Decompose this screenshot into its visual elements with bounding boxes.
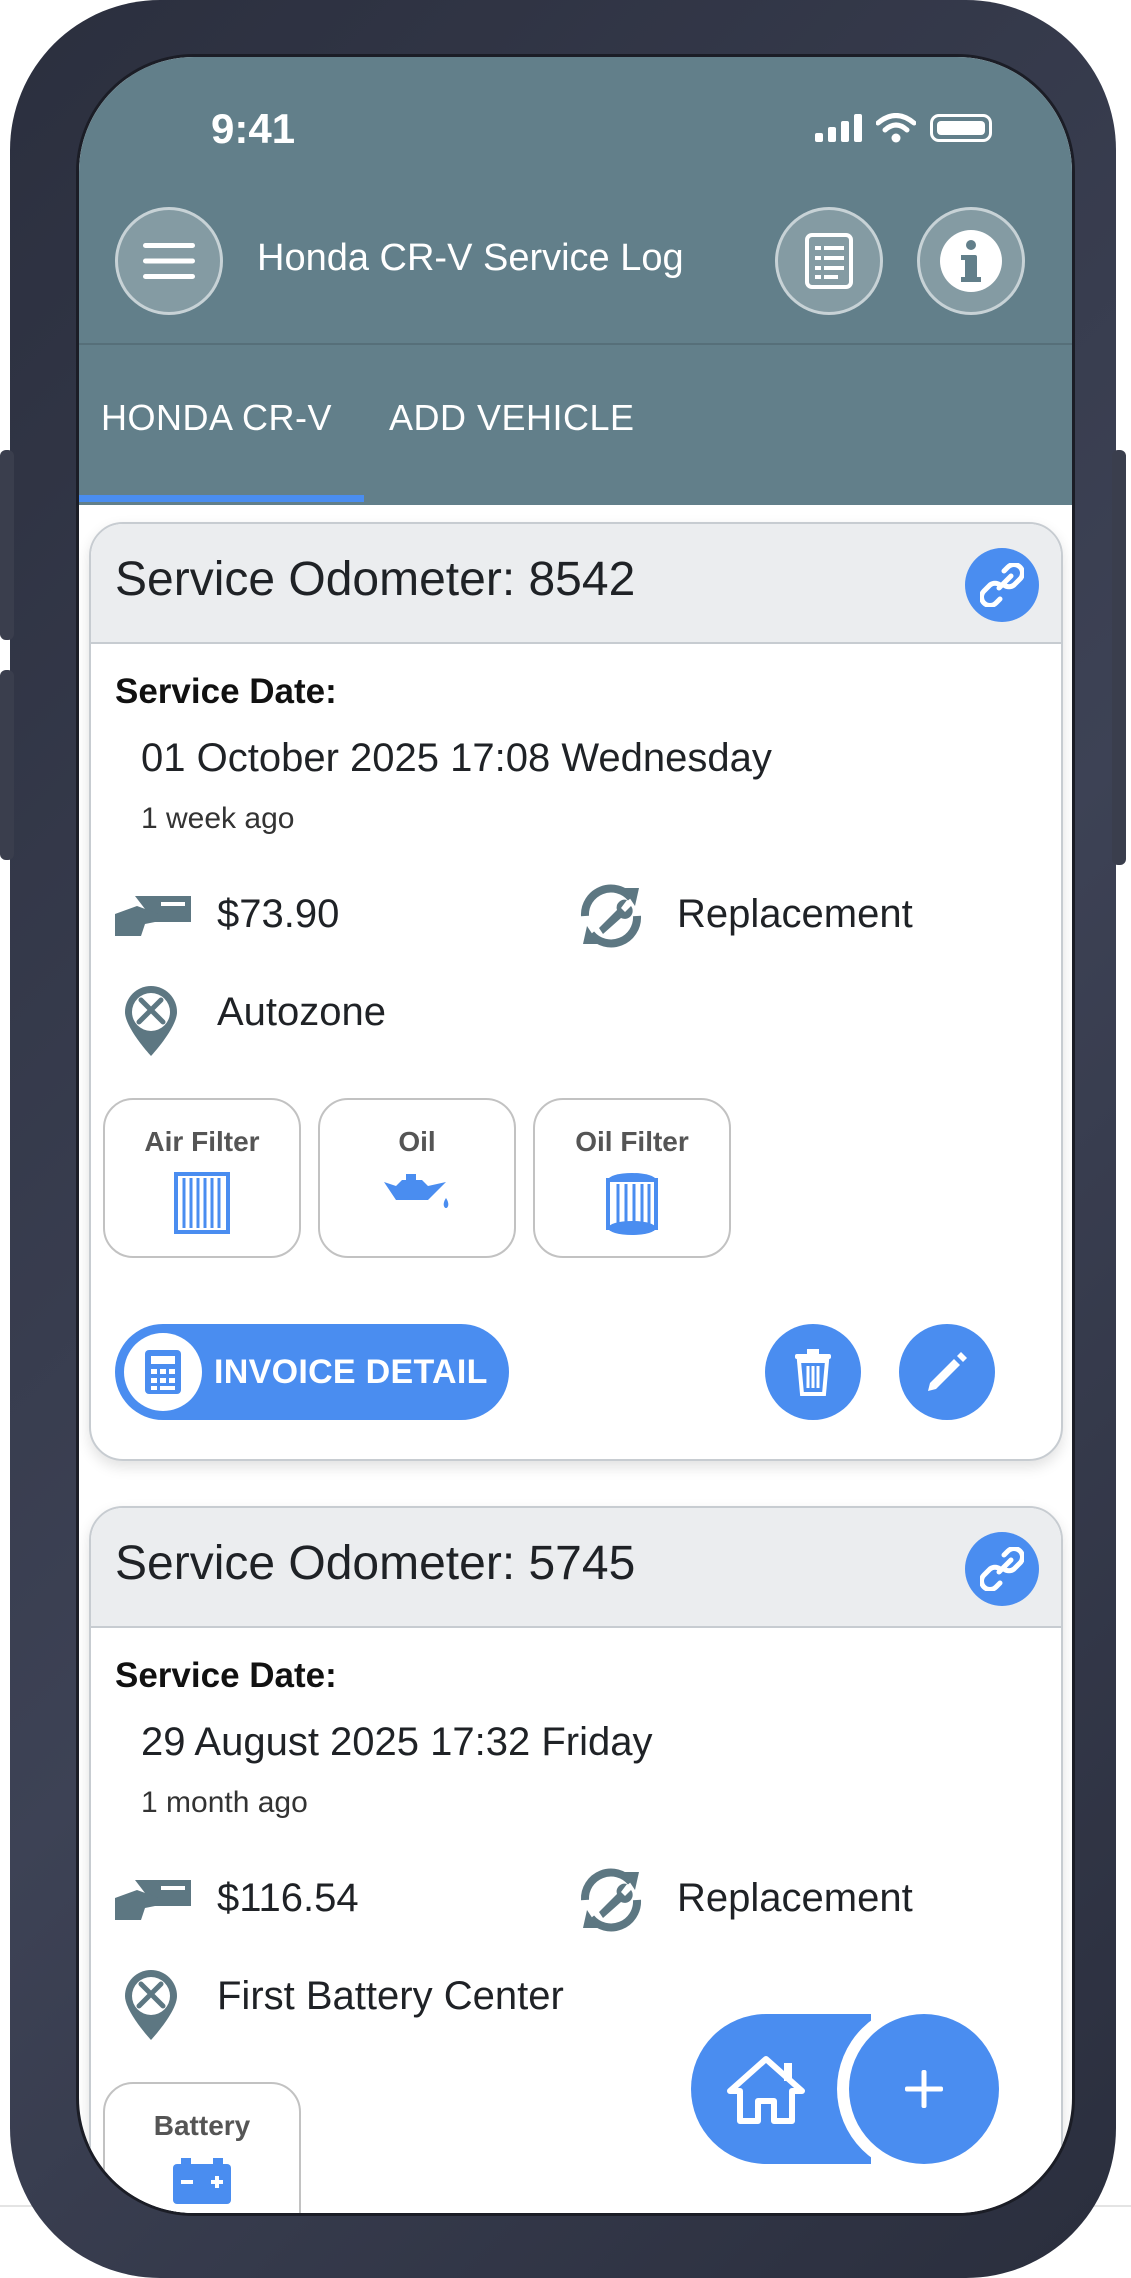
part-chip-oil: Oil <box>318 1098 516 1258</box>
info-icon <box>940 230 1002 292</box>
part-name: Battery <box>153 2110 251 2141</box>
screen: 9:41 Honda CR-V Service Log HONDA CR-V A… <box>76 54 1075 2216</box>
link-icon <box>980 563 1024 607</box>
service-card: Service Odometer: 8542 Service Date: 01 … <box>89 522 1063 1461</box>
hand-cash-icon <box>115 1880 191 1920</box>
app-title: Honda CR-V Service Log <box>257 237 684 279</box>
delete-button[interactable] <box>765 1324 861 1420</box>
service-type: Replacement <box>677 1876 913 1920</box>
service-cost: $73.90 <box>217 892 340 936</box>
status-bar: 9:41 <box>79 57 1072 167</box>
wifi-icon <box>876 113 916 143</box>
service-cost: $116.54 <box>217 1876 359 1920</box>
menu-button[interactable] <box>115 207 223 315</box>
part-name: Oil Filter <box>575 1126 689 1157</box>
oil-filter-icon <box>606 1173 658 1235</box>
link-button[interactable] <box>965 548 1039 622</box>
part-chip-air-filter: Air Filter <box>103 1098 301 1258</box>
service-date: 01 October 2025 17:08 Wednesday <box>141 736 772 780</box>
link-icon <box>980 1547 1024 1591</box>
status-time: 9:41 <box>211 105 296 152</box>
service-odometer: Service Odometer: 5745 <box>115 1537 636 1590</box>
hamburger-menu-icon <box>143 243 195 279</box>
part-chip-oil-filter: Oil Filter <box>533 1098 731 1258</box>
card-header: Service Odometer: 5745 <box>91 1508 1061 1628</box>
battery-icon <box>173 2158 231 2204</box>
document-list-icon <box>805 233 853 289</box>
oil-can-icon <box>384 1174 449 1208</box>
side-button <box>0 450 14 640</box>
hand-cash-icon <box>115 896 191 936</box>
report-button[interactable] <box>775 207 883 315</box>
tab-add-vehicle[interactable]: ADD VEHICLE <box>389 397 635 439</box>
edit-button[interactable] <box>899 1324 995 1420</box>
wrench-refresh-icon <box>580 884 642 948</box>
phone-frame: 9:41 Honda CR-V Service Log HONDA CR-V A… <box>0 0 1126 2278</box>
service-type: Replacement <box>677 892 913 936</box>
location-tools-icon <box>125 986 177 1056</box>
location-tools-icon <box>125 1970 177 2040</box>
battery-status-icon <box>930 114 992 142</box>
invoice-detail-label: INVOICE DETAIL <box>214 1352 488 1391</box>
service-date-label: Service Date: <box>115 672 337 711</box>
service-date-relative: 1 month ago <box>141 1786 308 1819</box>
info-button[interactable] <box>917 207 1025 315</box>
header-divider <box>79 343 1072 345</box>
add-service-button[interactable] <box>849 2014 999 2164</box>
part-chip-battery: Battery <box>103 2082 301 2213</box>
air-filter-icon <box>174 1172 230 1234</box>
service-date-relative: 1 week ago <box>141 802 295 835</box>
link-button[interactable] <box>965 1532 1039 1606</box>
calculator-icon <box>145 1350 181 1394</box>
home-icon <box>727 2056 805 2124</box>
service-date-label: Service Date: <box>115 1656 337 1695</box>
service-odometer: Service Odometer: 8542 <box>115 553 636 606</box>
part-name: Air Filter <box>144 1126 260 1157</box>
side-button <box>0 670 14 860</box>
card-header: Service Odometer: 8542 <box>91 524 1061 644</box>
invoice-detail-button[interactable]: INVOICE DETAIL <box>115 1324 509 1420</box>
power-button <box>1112 450 1126 865</box>
cellular-signal-icon <box>815 114 862 142</box>
part-name: Oil <box>398 1126 436 1157</box>
service-date: 29 August 2025 17:32 Friday <box>141 1720 653 1764</box>
pencil-icon <box>928 1352 967 1391</box>
wrench-refresh-icon <box>580 1868 642 1932</box>
app-header: 9:41 Honda CR-V Service Log HONDA CR-V A… <box>79 57 1072 505</box>
service-location: Autozone <box>217 990 387 1034</box>
service-location: First Battery Center <box>217 1974 564 2018</box>
trash-icon <box>795 1349 831 1396</box>
plus-icon <box>905 2070 943 2108</box>
status-icons <box>815 113 992 143</box>
active-tab-indicator <box>79 495 364 502</box>
tab-honda-crv[interactable]: HONDA CR-V <box>101 397 332 439</box>
